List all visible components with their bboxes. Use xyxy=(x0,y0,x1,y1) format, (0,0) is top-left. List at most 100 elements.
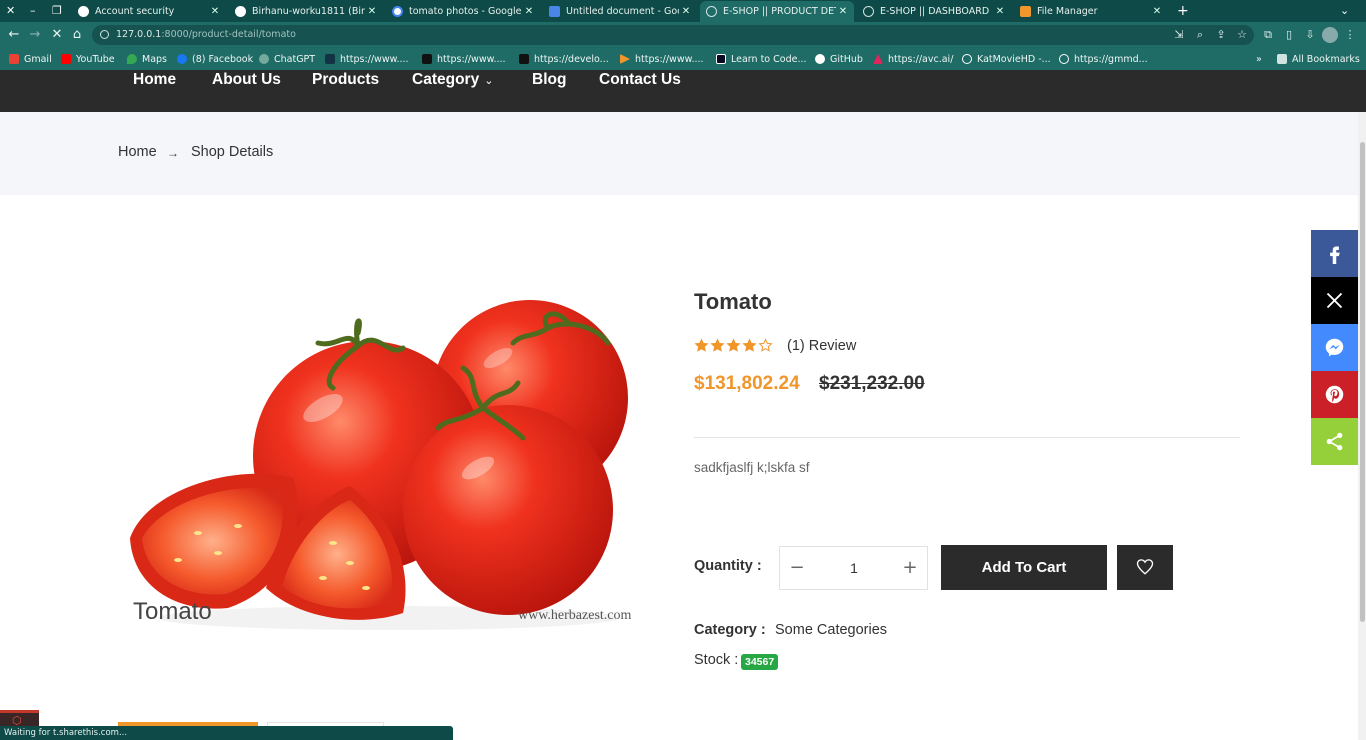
install-app-icon[interactable]: ⇲ xyxy=(1171,27,1187,43)
tomato-illustration xyxy=(130,300,628,630)
stock-label: Stock : xyxy=(694,652,739,668)
page-icon xyxy=(325,54,335,64)
wishlist-button[interactable] xyxy=(1117,545,1173,590)
browser-toolbar: ← → ✕ ⌂ 127.0.0.1:8000/product-detail/to… xyxy=(0,22,1366,48)
zoom-icon[interactable]: ⌕ xyxy=(1192,27,1208,43)
bookmark-item[interactable]: https://www.... xyxy=(325,48,409,70)
add-to-cart-button[interactable]: Add To Cart xyxy=(941,545,1107,590)
nav-contact-us[interactable]: Contact Us xyxy=(599,70,681,92)
quantity-increase-button[interactable]: + xyxy=(900,557,920,579)
browser-tab[interactable]: Untitled document - Goog ✕ xyxy=(543,1,697,22)
new-tab-button[interactable]: + xyxy=(1177,0,1189,22)
extensions-icon[interactable]: ⧉ xyxy=(1260,27,1276,43)
product-image[interactable]: Tomato www.herbazest.com xyxy=(118,288,658,638)
product-title: Tomato xyxy=(694,289,772,314)
browser-menu-icon[interactable]: ⋮ xyxy=(1342,27,1358,43)
home-icon[interactable]: ⌂ xyxy=(68,26,86,44)
tab-close-icon[interactable]: ✕ xyxy=(679,6,693,17)
quantity-stepper: − + xyxy=(779,546,928,590)
star-filled-icon xyxy=(726,338,741,352)
minimize-window-icon[interactable]: – xyxy=(30,0,36,22)
bookmark-item[interactable]: (8) Facebook xyxy=(177,48,253,70)
site-navbar: Home About Us Products Category ⌄ Blog Co… xyxy=(0,70,1366,112)
browser-tab[interactable]: Birhanu-worku1811 (Birhanu ✕ xyxy=(229,1,383,22)
floating-widget[interactable]: ⬡ xyxy=(0,710,39,727)
youtube-icon xyxy=(61,54,71,64)
bookmarks-overflow-button[interactable]: » xyxy=(1256,48,1262,70)
chatgpt-icon xyxy=(259,54,269,64)
share-page-icon[interactable]: ⇪ xyxy=(1213,27,1229,43)
quantity-input[interactable] xyxy=(824,557,884,579)
image-watermark: www.herbazest.com xyxy=(518,608,632,623)
bookmark-item[interactable]: YouTube xyxy=(61,48,115,70)
bookmark-item[interactable]: GitHub xyxy=(815,48,863,70)
bookmark-item[interactable]: https://www.... xyxy=(422,48,506,70)
nav-products[interactable]: Products xyxy=(312,70,379,92)
divider xyxy=(694,437,1240,438)
share-pinterest-button[interactable] xyxy=(1311,371,1358,418)
product-old-price: $231,232.00 xyxy=(819,373,925,394)
product-description: sadkfjaslfj k;lskfa sf xyxy=(694,460,810,475)
share-facebook-button[interactable] xyxy=(1311,230,1358,277)
bookmark-star-icon[interactable]: ☆ xyxy=(1234,27,1250,43)
nav-home[interactable]: Home xyxy=(133,70,176,92)
site-info-icon[interactable] xyxy=(100,30,109,39)
stop-loading-icon[interactable]: ✕ xyxy=(48,26,66,44)
folder-icon xyxy=(1020,6,1031,17)
restore-window-icon[interactable]: ❐ xyxy=(52,0,62,22)
tab-close-icon[interactable]: ✕ xyxy=(993,6,1007,17)
globe-icon xyxy=(706,6,717,17)
share-x-button[interactable] xyxy=(1311,277,1358,324)
tab-search-chevron-icon[interactable]: ⌄ xyxy=(1340,0,1349,22)
image-caption: Tomato xyxy=(133,598,212,625)
browser-tab-bar: ✕ – ❐ Account security ✕ Birhanu-worku18… xyxy=(0,0,1366,22)
bookmark-item[interactable]: KatMovieHD -... xyxy=(962,48,1051,70)
tab-close-icon[interactable]: ✕ xyxy=(365,6,379,17)
side-panel-icon[interactable]: ▯ xyxy=(1281,27,1297,43)
bookmark-item[interactable]: ChatGPT xyxy=(259,48,315,70)
bookmark-item[interactable]: https://gmmd... xyxy=(1059,48,1148,70)
bookmark-item[interactable]: https://develo... xyxy=(519,48,609,70)
browser-tab[interactable]: tomato photos - Google S ✕ xyxy=(386,1,540,22)
bookmark-item[interactable]: Maps xyxy=(127,48,167,70)
nav-blog[interactable]: Blog xyxy=(532,70,566,92)
tab-close-icon[interactable]: ✕ xyxy=(208,6,222,17)
category-link[interactable]: Some Categories xyxy=(775,622,887,638)
tab-close-icon[interactable]: ✕ xyxy=(1150,6,1164,17)
browser-tab[interactable]: E-SHOP || DASHBOARD ✕ xyxy=(857,1,1011,22)
bookmark-item[interactable]: Learn to Code... xyxy=(716,48,807,70)
review-count[interactable]: (1) Review xyxy=(787,338,856,354)
github-icon xyxy=(815,54,825,64)
back-arrow-icon[interactable]: ← xyxy=(5,26,23,44)
close-window-icon[interactable]: ✕ xyxy=(6,0,15,22)
tab-close-icon[interactable]: ✕ xyxy=(836,6,850,17)
share-more-button[interactable] xyxy=(1311,418,1358,465)
medium-icon xyxy=(519,54,529,64)
bookmark-item[interactable]: https://avc.ai/ xyxy=(873,48,953,70)
bookmark-item[interactable]: Gmail xyxy=(9,48,52,70)
github-icon xyxy=(235,6,246,17)
nav-about-us[interactable]: About Us xyxy=(212,70,281,92)
star-empty-icon xyxy=(758,338,773,352)
browser-tab-active[interactable]: E-SHOP || PRODUCT DETA ✕ xyxy=(700,1,854,22)
all-bookmarks-button[interactable]: All Bookmarks xyxy=(1277,48,1360,70)
x-icon xyxy=(1326,292,1343,309)
tab-close-icon[interactable]: ✕ xyxy=(522,6,536,17)
share-messenger-button[interactable] xyxy=(1311,324,1358,371)
url-host: 127.0.0.1 xyxy=(116,29,162,40)
github-icon xyxy=(78,6,89,17)
page-scrollbar-thumb[interactable] xyxy=(1360,142,1365,622)
downloads-icon[interactable]: ⇩ xyxy=(1302,27,1318,43)
browser-tab[interactable]: Account security ✕ xyxy=(72,1,226,22)
bookmark-item[interactable]: https://www.... xyxy=(620,48,704,70)
rating-stars xyxy=(694,338,774,354)
facebook-icon xyxy=(1330,246,1340,264)
nav-category[interactable]: Category ⌄ xyxy=(412,70,493,92)
quantity-decrease-button[interactable]: − xyxy=(787,557,807,579)
profile-avatar[interactable] xyxy=(1322,27,1338,43)
forward-arrow-icon[interactable]: → xyxy=(26,26,44,44)
browser-tab[interactable]: File Manager ✕ xyxy=(1014,1,1168,22)
gmail-icon xyxy=(9,54,19,64)
breadcrumb-home[interactable]: Home xyxy=(118,144,157,160)
url-bar[interactable]: 127.0.0.1:8000/product-detail/tomato xyxy=(92,25,1254,45)
